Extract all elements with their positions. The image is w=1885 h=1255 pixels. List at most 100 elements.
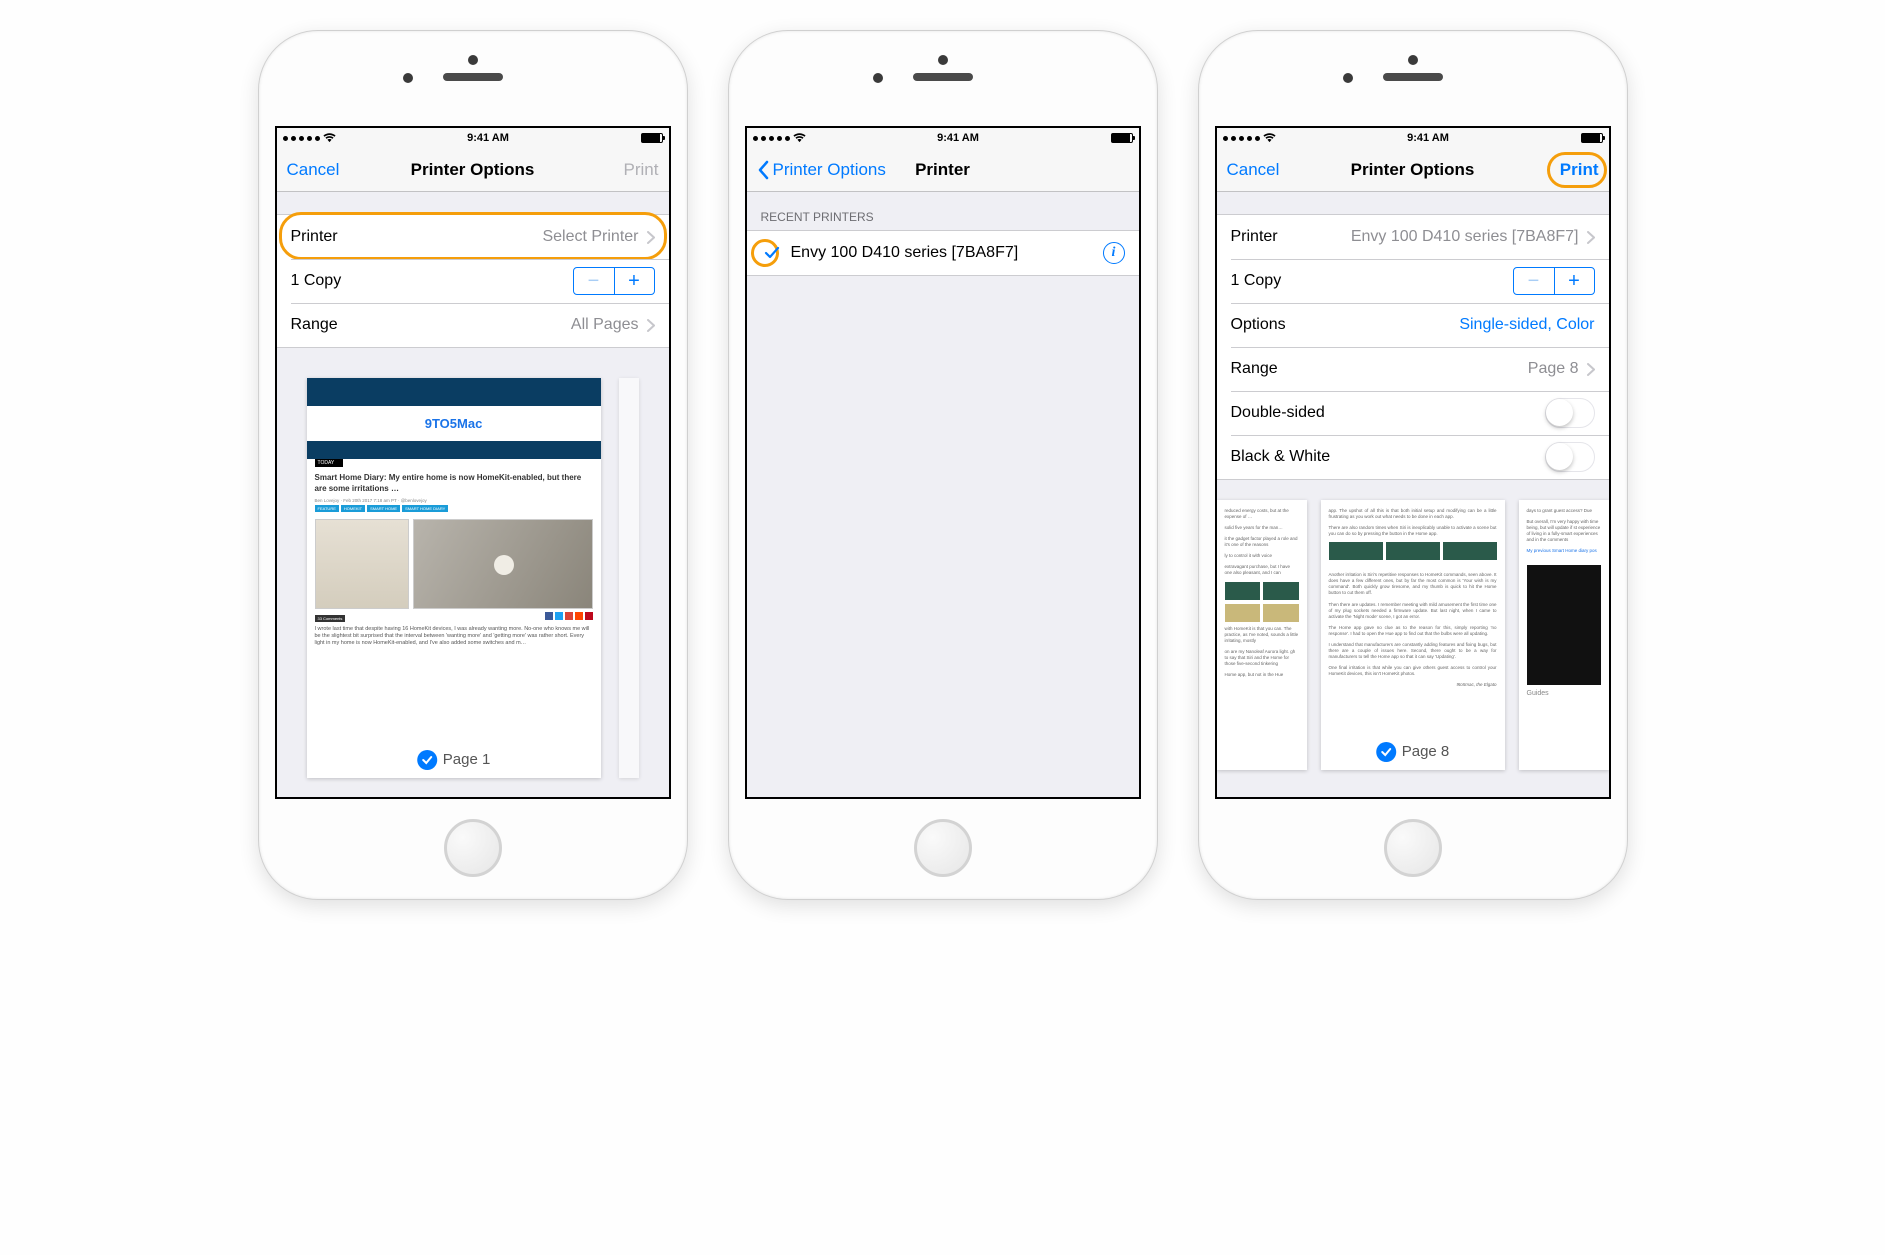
printer-row[interactable]: Printer Envy 100 D410 series [7BA8F7] (1217, 215, 1609, 259)
nav-title: Printer (915, 160, 970, 180)
range-value: All Pages (571, 316, 639, 334)
page-thumbnail-selected[interactable]: app. The upshot of all this is that both… (1321, 500, 1505, 770)
status-bar: 9:41 AM (747, 128, 1139, 148)
copies-stepper[interactable]: − + (1513, 267, 1595, 295)
home-button[interactable] (444, 819, 502, 877)
article-excerpt: I wrote last time that despite having 16… (315, 626, 593, 647)
stepper-plus[interactable]: + (614, 268, 654, 294)
printer-row[interactable]: Printer Select Printer (277, 215, 669, 259)
copies-row: 1 Copy − + (1217, 259, 1609, 303)
screen: 9:41 AM Cancel Printer Options Print Pri… (275, 126, 671, 799)
chevron-right-icon (1587, 363, 1595, 376)
screen: 9:41 AM Printer Options Printer RECENT P… (745, 126, 1141, 799)
printer-name: Envy 100 D410 series [7BA8F7] (791, 244, 1019, 262)
double-sided-row: Double-sided (1217, 391, 1609, 435)
front-camera (1343, 73, 1353, 83)
status-time: 9:41 AM (467, 132, 509, 144)
battery-icon (641, 133, 663, 143)
printer-value: Select Printer (542, 228, 638, 246)
wifi-icon (793, 133, 806, 143)
check-icon (417, 750, 437, 770)
options-label: Options (1231, 316, 1286, 334)
range-value: Page 8 (1528, 360, 1579, 378)
section-header: RECENT PRINTERS (747, 192, 1139, 230)
nav-bar: Printer Options Printer (747, 148, 1139, 192)
home-button[interactable] (1384, 819, 1442, 877)
home-button[interactable] (914, 819, 972, 877)
nav-title: Printer Options (411, 160, 535, 180)
preview-area[interactable]: reduced energy costs, but at the expense… (1217, 480, 1609, 797)
copies-label: 1 Copy (291, 272, 342, 290)
chevron-right-icon (1587, 231, 1595, 244)
print-button[interactable]: Print (1550, 148, 1609, 192)
printer-item[interactable]: Envy 100 D410 series [7BA8F7] i (747, 231, 1139, 275)
info-icon[interactable]: i (1103, 242, 1125, 264)
ear-speaker (443, 73, 503, 81)
range-row[interactable]: Range Page 8 (1217, 347, 1609, 391)
article-title: Smart Home Diary: My entire home is now … (315, 473, 593, 494)
phone-mockup-1: 9:41 AM Cancel Printer Options Print Pri… (258, 30, 688, 900)
guides-label: Guides (1527, 689, 1601, 698)
preview-area[interactable]: 9TO5Mac TODAY Smart Home Diary: My entir… (277, 348, 669, 797)
article-byline: Ben Lovejoy · Feb 20th 2017 7:18 am PT ·… (315, 498, 593, 504)
print-button: Print (614, 148, 669, 192)
double-sided-switch[interactable] (1545, 398, 1595, 428)
nav-title: Printer Options (1351, 160, 1475, 180)
bw-row: Black & White (1217, 435, 1609, 479)
ear-speaker (1383, 73, 1443, 81)
cancel-button[interactable]: Cancel (277, 148, 350, 192)
printer-label: Printer (291, 228, 338, 246)
ear-speaker (913, 73, 973, 81)
nav-bar: Cancel Printer Options Print (277, 148, 669, 192)
page-badge[interactable]: Page 1 (417, 750, 491, 770)
page-thumbnail-prev[interactable]: reduced energy costs, but at the expense… (1217, 500, 1307, 770)
page-thumbnail-peek[interactable] (619, 378, 639, 778)
checkmark-icon (761, 242, 783, 264)
battery-icon (1581, 133, 1603, 143)
printer-label: Printer (1231, 228, 1278, 246)
status-time: 9:41 AM (1407, 132, 1449, 144)
chevron-right-icon (647, 231, 655, 244)
settings-list: Printer Select Printer 1 Copy − + Range … (277, 214, 669, 348)
status-time: 9:41 AM (937, 132, 979, 144)
front-camera (403, 73, 413, 83)
nav-bar: Cancel Printer Options Print (1217, 148, 1609, 192)
sensor-dot (938, 55, 948, 65)
battery-icon (1111, 133, 1133, 143)
range-row[interactable]: Range All Pages (277, 303, 669, 347)
page-badge[interactable]: Page 8 (1376, 742, 1450, 762)
chevron-right-icon (647, 319, 655, 332)
sensor-dot (468, 55, 478, 65)
back-button[interactable]: Printer Options (747, 148, 896, 192)
page-label: Page 1 (443, 750, 491, 770)
status-bar: 9:41 AM (1217, 128, 1609, 148)
bw-label: Black & White (1231, 448, 1331, 466)
settings-list: Printer Envy 100 D410 series [7BA8F7] 1 … (1217, 214, 1609, 480)
options-row[interactable]: Options Single-sided, Color (1217, 303, 1609, 347)
stepper-plus[interactable]: + (1554, 268, 1594, 294)
screen: 9:41 AM Cancel Printer Options Print Pri… (1215, 126, 1611, 799)
page-thumbnail[interactable]: 9TO5Mac TODAY Smart Home Diary: My entir… (307, 378, 601, 778)
cancel-button[interactable]: Cancel (1217, 148, 1290, 192)
page-thumbnail-next[interactable]: days to grant guest access? Due But over… (1519, 500, 1609, 770)
range-label: Range (291, 316, 338, 334)
copies-stepper[interactable]: − + (573, 267, 655, 295)
status-bar: 9:41 AM (277, 128, 669, 148)
sensor-dot (1408, 55, 1418, 65)
front-camera (873, 73, 883, 83)
bw-switch[interactable] (1545, 442, 1595, 472)
stepper-minus[interactable]: − (574, 268, 614, 294)
check-icon (1376, 742, 1396, 762)
printer-value: Envy 100 D410 series [7BA8F7] (1351, 228, 1579, 246)
stepper-minus[interactable]: − (1514, 268, 1554, 294)
printer-list: Envy 100 D410 series [7BA8F7] i (747, 230, 1139, 276)
copies-label: 1 Copy (1231, 272, 1282, 290)
double-sided-label: Double-sided (1231, 404, 1325, 422)
copies-row: 1 Copy − + (277, 259, 669, 303)
wifi-icon (323, 133, 336, 143)
phone-mockup-2: 9:41 AM Printer Options Printer RECENT P… (728, 30, 1158, 900)
range-label: Range (1231, 360, 1278, 378)
article-site: 9TO5Mac (315, 416, 593, 433)
page-label: Page 8 (1402, 742, 1450, 762)
options-value: Single-sided, Color (1459, 316, 1594, 334)
